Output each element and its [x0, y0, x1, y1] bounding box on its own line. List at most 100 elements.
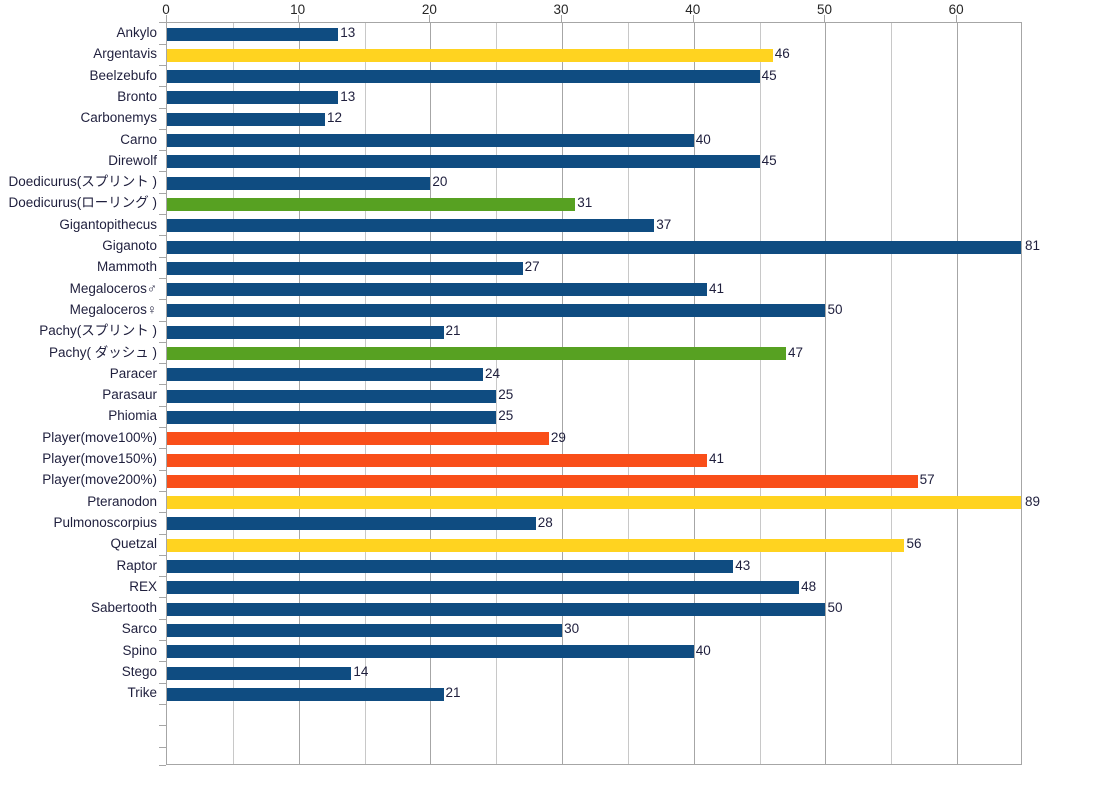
category-label: Ankylo	[116, 25, 157, 40]
bar	[167, 602, 826, 616]
bar	[167, 666, 352, 680]
bar-value-label: 48	[801, 578, 817, 594]
category-axis-tick	[159, 214, 166, 216]
bar-value-label: 27	[524, 259, 540, 275]
bar-value-label: 13	[340, 25, 356, 40]
category-axis-tick	[159, 405, 166, 407]
bar-value-label: 40	[695, 131, 711, 147]
category-label: Direwolf	[108, 152, 157, 168]
category-axis-tick	[159, 107, 166, 109]
bar-value-label: 50	[827, 301, 843, 317]
gridline-minor	[891, 23, 893, 764]
category-axis-tick	[159, 299, 166, 301]
category-label: Carno	[120, 131, 157, 147]
category-label: Sarco	[121, 621, 157, 637]
bar-value-label: 45	[761, 152, 777, 168]
category-axis-tick	[159, 363, 166, 365]
bar	[167, 176, 431, 190]
gridline-minor	[759, 23, 761, 764]
bar-value-label: 28	[537, 514, 553, 530]
category-axis-tick	[159, 22, 166, 24]
category-label: Pulmonoscorpius	[53, 514, 157, 530]
category-axis-tick	[159, 512, 166, 514]
bar	[167, 27, 339, 41]
bar	[167, 474, 918, 488]
bar	[167, 325, 444, 339]
bar-value-label: 25	[498, 408, 514, 424]
bar-value-label: 50	[827, 600, 843, 616]
category-axis-end-tick	[159, 765, 166, 766]
bar-value-label: 21	[445, 685, 461, 701]
bar	[167, 581, 800, 595]
category-label: Pachy(スプリント )	[39, 323, 157, 339]
bar-value-label: 21	[445, 323, 461, 339]
bar	[167, 197, 576, 211]
bar-value-label: 37	[656, 216, 672, 232]
category-axis-tick	[159, 427, 166, 429]
category-axis-tick	[159, 192, 166, 194]
x-axis-tick-mark	[297, 15, 299, 22]
category-axis-tick	[159, 597, 166, 599]
category-label: Gigantopithecus	[59, 216, 157, 232]
bar	[167, 304, 826, 318]
bar-value-label: 81	[1025, 238, 1041, 253]
bar-value-label: 41	[708, 451, 724, 466]
category-label: Doedicurus(スプリント )	[8, 174, 157, 190]
bar-value-label: 45	[761, 67, 777, 83]
category-axis-tick	[159, 661, 166, 663]
category-axis-tick	[159, 533, 166, 535]
category-label: Giganoto	[102, 238, 157, 253]
bar	[167, 389, 497, 403]
category-axis-tick	[159, 448, 166, 450]
bar	[167, 453, 707, 467]
x-axis-tick-mark	[166, 15, 167, 22]
bar	[167, 645, 694, 659]
bar-value-label: 30	[564, 621, 580, 637]
bar	[167, 240, 1021, 254]
bar-value-label: 31	[577, 195, 593, 211]
category-axis-tick	[159, 576, 166, 578]
bar	[167, 155, 760, 169]
gridline-major	[825, 23, 827, 764]
category-axis-tick	[159, 43, 166, 45]
category-axis-tick	[159, 341, 166, 343]
category-axis-tick	[159, 640, 166, 642]
category-axis-tick	[159, 490, 166, 492]
category-label: Megaloceros♂	[69, 280, 157, 296]
category-label: Megaloceros♀	[69, 301, 157, 317]
category-axis-tick	[159, 554, 166, 556]
category-label: Bronto	[117, 88, 157, 104]
category-axis-tick	[159, 235, 166, 237]
category-axis-tick	[159, 469, 166, 471]
category-label: Paracer	[109, 365, 157, 381]
bar	[167, 687, 444, 701]
category-axis-tick	[159, 746, 166, 748]
category-label: Raptor	[116, 557, 157, 573]
category-label: Pachy( ダッシュ )	[48, 344, 157, 360]
category-label: Beelzebufo	[89, 67, 157, 83]
bar	[167, 70, 760, 84]
bar	[167, 48, 773, 62]
bar-value-label: 41	[708, 280, 724, 296]
bar-value-label: 56	[906, 536, 922, 552]
x-axis-tick-mark	[429, 15, 431, 22]
bar-value-label: 47	[787, 344, 803, 360]
category-axis-tick	[159, 703, 166, 705]
category-label: Sabertooth	[90, 600, 157, 616]
gridline-major	[957, 23, 959, 764]
bar	[167, 219, 655, 233]
bar	[167, 517, 536, 531]
category-axis-tick	[159, 725, 166, 727]
bar	[167, 347, 786, 360]
category-axis-tick	[159, 320, 166, 322]
category-axis-tick	[159, 256, 166, 258]
bar-chart: 0 10 20 30 40 50 60 Ankylo 13 Argentavis 46 Beelzeb…	[0, 0, 1104, 803]
bar-value-label: 25	[498, 387, 514, 403]
bar	[167, 261, 523, 275]
category-axis-tick	[159, 150, 166, 152]
category-label: Player(move150%)	[42, 451, 157, 466]
category-axis-tick	[159, 277, 166, 279]
category-label: Trike	[127, 685, 158, 701]
bar	[167, 283, 707, 297]
bar-value-label: 24	[485, 365, 501, 381]
